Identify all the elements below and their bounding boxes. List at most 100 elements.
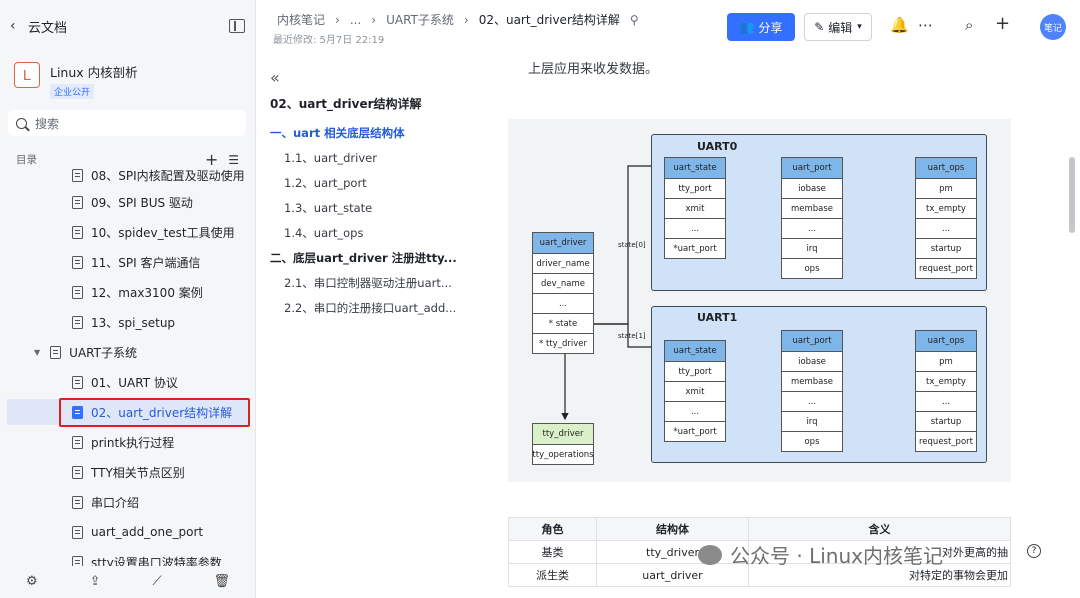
trash-icon[interactable]: 🗑 — [214, 574, 231, 589]
struct-header: uart_state — [665, 158, 725, 178]
outline-item[interactable]: 2.1、串口控制器驱动注册uart... — [270, 275, 470, 300]
expand-caret-icon[interactable]: ▼ — [34, 348, 40, 357]
sidebar-top: ‹ 云文档 — [10, 14, 245, 38]
share-icon[interactable]: ⇪ — [90, 574, 101, 589]
sidebar-item[interactable]: printk执行过程 — [0, 429, 256, 455]
sidebar-item-label: 09、SPI BUS 驱动 — [91, 195, 193, 210]
crumb-separator: › — [463, 12, 469, 27]
struct-field: *uart_port — [665, 238, 725, 258]
sidebar-item-label: 串口介绍 — [91, 495, 140, 510]
back-arrow-icon[interactable]: ‹ — [10, 18, 28, 34]
crumb-3[interactable]: UART子系统 — [386, 11, 454, 28]
crumb-separator: › — [371, 12, 377, 27]
outline-item[interactable]: 2.2、串口的注册接口uart_add... — [270, 300, 470, 325]
crumb-1[interactable]: 内核笔记 — [277, 11, 325, 28]
collapse-sidebar-icon[interactable] — [229, 19, 245, 33]
stats-icon[interactable]: ⟋ — [152, 574, 161, 589]
struct-field: membase — [782, 198, 842, 218]
share-user-icon: 👥 — [739, 20, 755, 34]
document-icon — [72, 225, 83, 239]
struct-header: uart_port — [782, 331, 842, 351]
share-button[interactable]: 👥 分享 — [727, 13, 795, 41]
struct-uart-state: uart_state tty_port xmit... *uart_port — [664, 340, 726, 442]
search-icon[interactable]: ⌕ — [965, 16, 973, 34]
document-icon — [50, 345, 62, 359]
struct-field: ... — [782, 218, 842, 238]
struct-field: *uart_port — [665, 421, 725, 441]
crumb-2[interactable]: ... — [350, 13, 361, 27]
outline-title[interactable]: 02、uart_driver结构详解 — [270, 95, 470, 112]
struct-field: irq — [782, 411, 842, 431]
sidebar-item[interactable]: ▼ UART子系统 — [0, 339, 256, 365]
sidebar: ‹ 云文档 L Linux 内核剖析 企业公开 搜索 目录 + ☰ 08、SPI… — [0, 0, 256, 598]
struct-field: irq — [782, 238, 842, 258]
collapse-outline-icon[interactable]: « — [270, 68, 470, 87]
search-input[interactable]: 搜索 — [8, 110, 246, 136]
settings-icon[interactable]: ⚙ — [26, 574, 38, 589]
back-label[interactable]: 云文档 — [28, 17, 229, 36]
more-icon[interactable]: ⋯ — [918, 16, 933, 34]
table-header: 结构体 — [596, 517, 749, 541]
struct-field: request_port — [916, 431, 976, 451]
sidebar-item[interactable]: 串口介绍 — [0, 489, 256, 515]
struct-uart-port: uart_port iobase membase... irq ops — [781, 330, 843, 452]
struct-field: iobase — [782, 178, 842, 198]
watermark-text: 公众号 · Linux内核笔记 — [730, 544, 943, 568]
sidebar-item-label: TTY相关节点区别 — [91, 465, 185, 480]
struct-field: pm — [916, 351, 976, 371]
outline-item[interactable]: 1.2、uart_port — [270, 175, 470, 200]
sidebar-item-label: printk执行过程 — [91, 435, 175, 450]
document-icon — [72, 435, 83, 449]
sidebar-item-label: 10、spidev_test工具使用 — [91, 225, 235, 240]
outline-item[interactable]: 1.3、uart_state — [270, 200, 470, 225]
struct-field: ops — [782, 258, 842, 278]
scrollbar-thumb[interactable] — [1069, 157, 1075, 233]
edit-button[interactable]: ✎ 编辑 ▾ — [804, 13, 872, 41]
struct-field: startup — [916, 411, 976, 431]
avatar[interactable]: 笔记 — [1040, 14, 1066, 40]
struct-field: driver_name — [533, 253, 593, 273]
add-icon[interactable]: + — [995, 13, 1010, 34]
sidebar-item[interactable]: 09、SPI BUS 驱动 — [0, 189, 256, 215]
struct-field: * state — [533, 313, 593, 333]
sidebar-item[interactable]: 12、max3100 案例 — [0, 279, 256, 305]
outline-item[interactable]: 一、uart 相关底层结构体 — [270, 125, 470, 150]
wechat-logo-icon — [698, 544, 722, 565]
table-header: 含义 — [748, 517, 1011, 541]
edit-label: 编辑 — [828, 20, 853, 35]
share-label: 分享 — [758, 20, 783, 35]
watermark: 公众号 · Linux内核笔记 — [698, 540, 943, 569]
sidebar-item[interactable]: 11、SPI 客户端通信 — [0, 249, 256, 275]
outline-item[interactable]: 1.4、uart_ops — [270, 225, 470, 250]
space-header[interactable]: L Linux 内核剖析 企业公开 — [14, 62, 138, 99]
struct-field: ops — [782, 431, 842, 451]
crumb-separator: › — [335, 12, 340, 27]
space-logo: L — [14, 62, 40, 88]
space-badge: 企业公开 — [50, 84, 95, 99]
search-placeholder: 搜索 — [35, 116, 60, 131]
outline-item[interactable]: 1.1、uart_driver — [270, 150, 470, 175]
sidebar-item-label: UART子系统 — [69, 345, 137, 360]
sidebar-item[interactable]: 13、spi_setup — [0, 309, 256, 335]
selection-highlight-box — [59, 398, 250, 427]
sidebar-item[interactable]: uart_add_one_port — [0, 519, 256, 545]
document-icon — [72, 168, 83, 182]
table-cell: 基类 — [508, 540, 597, 564]
struct-header: uart_state — [665, 341, 725, 361]
outline-item[interactable]: 二、底层uart_driver 注册进tty... — [270, 250, 470, 275]
struct-uart-ops: uart_ops pm tx_empty... startup request_port — [915, 157, 977, 279]
struct-uart-port: uart_port iobase membase... irq ops — [781, 157, 843, 279]
sidebar-item[interactable]: 08、SPI内核配置及驱动使用 — [0, 164, 256, 188]
help-icon[interactable]: ? — [1027, 544, 1041, 558]
doc-tree: 08、SPI内核配置及驱动使用 09、SPI BUS 驱动 10、spidev_te… — [0, 164, 256, 566]
struct-header: tty_driver — [533, 424, 593, 444]
struct-field: dev_name — [533, 273, 593, 293]
pin-icon[interactable]: ⚲ — [630, 13, 639, 27]
sidebar-item[interactable]: 10、spidev_test工具使用 — [0, 219, 256, 245]
breadcrumb: 内核笔记 › ... › UART子系统 › 02、uart_driver结构详解 ⚲ — [277, 11, 649, 28]
struct-tty-driver: tty_driver tty_operations — [532, 423, 594, 465]
sidebar-item[interactable]: TTY相关节点区别 — [0, 459, 256, 485]
struct-field: request_port — [916, 258, 976, 278]
sidebar-item[interactable]: 01、UART 协议 — [0, 369, 256, 395]
notification-bell-icon[interactable]: 🔔 — [890, 16, 909, 34]
